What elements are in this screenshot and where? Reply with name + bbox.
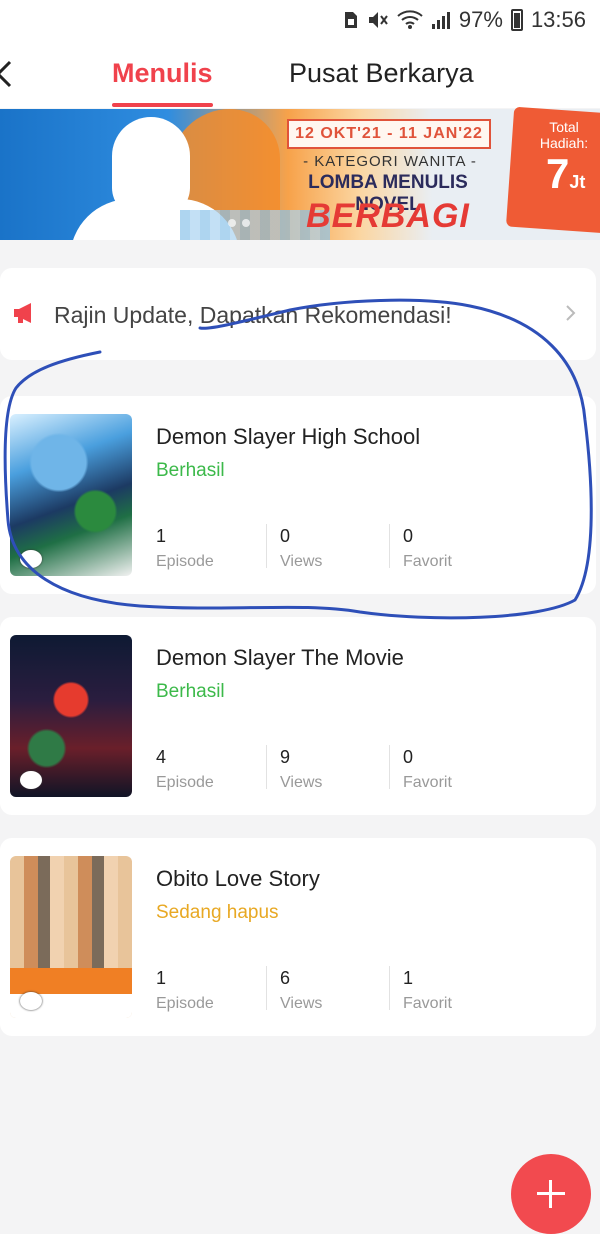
work-cover-image	[10, 856, 132, 1018]
battery-percent: 97%	[458, 7, 503, 32]
prize-label: Total Hadiah:	[539, 119, 589, 151]
favorit-label: Favorit	[403, 774, 452, 791]
episode-stat: 1 Episode	[156, 526, 214, 571]
work-title: Obito Love Story	[156, 866, 320, 891]
work-title: Demon Slayer The Movie	[156, 645, 404, 670]
episode-count: 4	[156, 747, 167, 767]
episode-count: 1	[156, 526, 167, 546]
views-label: Views	[280, 774, 323, 791]
work-title: Demon Slayer High School	[156, 424, 421, 449]
favorit-stat: 1 Favorit	[403, 968, 452, 1013]
work-card[interactable]: Obito Love Story Sedang hapus 1 Episode …	[0, 838, 596, 1036]
stat-divider	[389, 524, 390, 568]
stat-divider	[389, 745, 390, 789]
header: Menulis Pusat Berkarya	[0, 40, 600, 108]
prize-amount: 7Jt	[546, 150, 586, 197]
work-card[interactable]: Demon Slayer High School Berhasil 1 Epis…	[0, 396, 596, 594]
notice-text: Rajin Update, Dapatkan Rekomendasi!	[54, 302, 452, 328]
work-status: Berhasil	[156, 681, 225, 702]
pagination-dot	[242, 219, 250, 227]
pagination-dot	[228, 219, 236, 227]
add-work-button[interactable]	[511, 1154, 591, 1234]
banner-dates: 12 OKT'21 - 11 JAN'22	[287, 119, 491, 149]
views-stat: 0 Views	[280, 526, 322, 571]
stat-divider	[266, 966, 267, 1010]
tab-menulis-label: Menulis	[112, 58, 213, 88]
favorit-stat: 0 Favorit	[403, 526, 452, 571]
favorit-count: 0	[403, 747, 414, 767]
favorit-count: 0	[403, 526, 414, 546]
views-count: 0	[280, 526, 291, 546]
views-label: Views	[280, 553, 323, 570]
wifi-icon	[397, 10, 423, 30]
episode-count: 1	[156, 968, 167, 988]
favorit-stat: 0 Favorit	[403, 747, 452, 792]
stat-divider	[266, 745, 267, 789]
favorit-count: 1	[403, 968, 414, 988]
megaphone-icon	[12, 302, 40, 324]
back-arrow-icon[interactable]	[0, 54, 24, 94]
comment-bubble-icon	[20, 771, 42, 789]
work-cover-image	[10, 414, 132, 576]
battery-icon	[510, 9, 523, 31]
favorit-label: Favorit	[403, 995, 452, 1012]
views-count: 6	[280, 968, 291, 988]
work-status: Berhasil	[156, 460, 225, 481]
episode-label: Episode	[156, 774, 214, 791]
clock: 13:56	[530, 7, 586, 32]
cover-title-strip	[10, 968, 132, 994]
comment-bubble-icon	[20, 550, 42, 568]
tab-menulis[interactable]: Menulis	[112, 58, 213, 107]
episode-stat: 4 Episode	[156, 747, 214, 792]
episode-label: Episode	[156, 995, 214, 1012]
tab-pusat-berkarya-label: Pusat Berkarya	[289, 58, 474, 88]
mute-icon	[367, 10, 389, 30]
chevron-right-icon	[564, 303, 578, 323]
views-stat: 9 Views	[280, 747, 322, 792]
work-cover-image	[10, 635, 132, 797]
banner-pagination-dots	[228, 219, 250, 227]
status-bar: 97% 13:56	[0, 0, 600, 40]
episode-stat: 1 Episode	[156, 968, 214, 1013]
sim-icon	[343, 10, 359, 30]
banner-theme: BERBAGI CINTA	[306, 197, 470, 240]
stat-divider	[389, 966, 390, 1010]
views-stat: 6 Views	[280, 968, 322, 1013]
signal-icon	[431, 10, 451, 30]
favorit-label: Favorit	[403, 553, 452, 570]
episode-label: Episode	[156, 553, 214, 570]
views-label: Views	[280, 995, 323, 1012]
banner-category: - KATEGORI WANITA -	[303, 153, 477, 170]
views-count: 9	[280, 747, 291, 767]
comment-bubble-icon	[20, 992, 42, 1010]
tab-pusat-berkarya[interactable]: Pusat Berkarya	[289, 58, 474, 89]
stat-divider	[266, 524, 267, 568]
recommendation-notice[interactable]: Rajin Update, Dapatkan Rekomendasi!	[0, 268, 596, 360]
active-tab-indicator	[112, 103, 213, 107]
work-card[interactable]: Demon Slayer The Movie Berhasil 4 Episod…	[0, 617, 596, 815]
work-status: Sedang hapus	[156, 902, 279, 923]
